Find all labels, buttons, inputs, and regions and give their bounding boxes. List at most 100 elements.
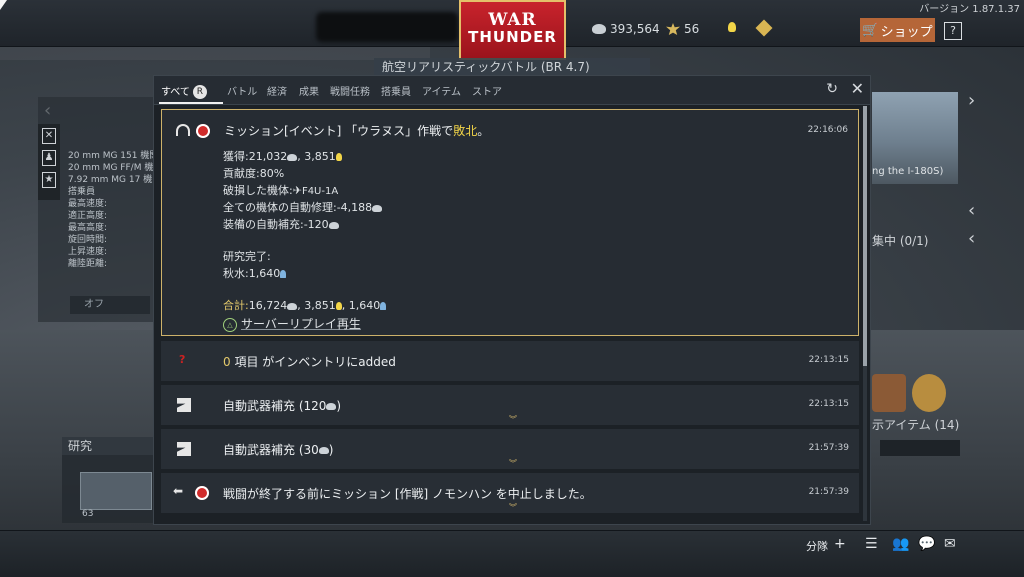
research-point-icon (380, 302, 387, 310)
title-prefix: ミッション[イベント] 「ウラヌス」作戦で (224, 124, 454, 138)
mission-abort-title: 戦闘が終了する前にミッション [作戦] ノモンハン を中止しました。 (223, 487, 592, 501)
timestamp: 22:16:06 (807, 125, 848, 135)
tab-battle-tasks[interactable]: 戦闘任務 (330, 83, 370, 98)
expand-chevron-icon[interactable]: ︾ (509, 458, 517, 469)
notification-auto-resupply[interactable]: 自動武器補充 (30) 21:57:39 ︾ (161, 429, 859, 469)
shop-button[interactable]: 🛒 ショップ (860, 18, 935, 42)
stat-line: 搭乗員 (68, 187, 96, 197)
timestamp: 22:13:15 (808, 355, 849, 365)
stat-line: 20 mm MG FF/M 機 (68, 163, 154, 173)
help-button[interactable]: ? (944, 22, 962, 40)
chat-icon[interactable]: 💬 (918, 536, 935, 552)
leave-arrow-icon: ⬅ (173, 484, 184, 498)
chevron-right-icon[interactable]: › (968, 90, 975, 111)
notification-battle-result[interactable]: ミッション[イベント] 「ウラヌス」作戦で敗北。 22:16:06 獲得:21,… (161, 109, 859, 336)
chevron-left-icon[interactable]: ‹ (968, 228, 975, 249)
silver-lion-icon (326, 403, 337, 410)
contribution-line: 貢献度:80% (223, 167, 285, 180)
silver-lion-icon (592, 24, 606, 34)
silver-lions-counter[interactable]: 393,564 (592, 22, 660, 36)
logo-line2: THUNDER (468, 28, 557, 46)
stat-line: 離陸距離: (68, 259, 108, 269)
research-item-value: 秋水:1,640 (223, 267, 281, 280)
research-rank: 63 (82, 509, 94, 519)
war-thunder-logo[interactable]: WAR THUNDER (459, 0, 566, 60)
research-points-indicator[interactable] (728, 22, 736, 32)
resupply-text: 自動武器補充 (120 (223, 399, 327, 413)
tab-items[interactable]: アイテム (422, 83, 461, 98)
list-icon[interactable]: ☰ (865, 536, 878, 552)
tab-achievements[interactable]: 成果 (299, 83, 319, 98)
stat-line: 適正高度: (68, 211, 108, 221)
silver-lion-icon (318, 447, 329, 454)
rb-button-icon: R (192, 85, 207, 99)
items-label[interactable]: 示アイテム (14) (872, 416, 982, 434)
vehicle-stats: 20 mm MG 151 機関 20 mm MG FF/M 機 7.92 mm … (68, 150, 161, 270)
aircraft-icon: ✈ (292, 184, 302, 197)
notification-mission-abort[interactable]: ⬅ 戦闘が終了する前にミッション [作戦] ノモンハン を中止しました。 21:… (161, 473, 859, 513)
parachute-icon (176, 124, 190, 136)
notifications-modal: すべて R バトル 経済 成果 戦闘任務 搭乗員 アイテム ストア ↻ ✕ ミッシ… (153, 75, 871, 525)
crossed-tools-icon[interactable]: ✕ (42, 128, 56, 144)
right-icon-strip (880, 440, 960, 456)
item-medal[interactable] (912, 374, 946, 412)
resupply-title: 自動武器補充 (120) (223, 397, 341, 414)
inventory-text: 項目 がインベントリにadded (234, 355, 396, 369)
total-research-value: , 1,640 (341, 299, 381, 312)
version-label: バージョン 1.87.1.37 (919, 4, 1020, 15)
japan-flag-icon (196, 124, 210, 138)
mouse-cursor-icon (0, 0, 7, 10)
research-vehicle-card[interactable] (80, 472, 152, 510)
tab-store[interactable]: ストア (472, 83, 502, 98)
star-icon[interactable]: ★ (42, 172, 56, 188)
tab-economy[interactable]: 経済 (267, 83, 287, 98)
total-line: 合計:16,724 , 3,851 , 1,640 (223, 297, 387, 313)
tab-all[interactable]: すべて R (161, 83, 207, 99)
mail-icon[interactable]: ✉ (944, 536, 956, 552)
squad-slot-line[interactable]: 集中 (0/1) (872, 232, 982, 250)
friends-icon[interactable]: 👥 (892, 536, 909, 552)
expand-chevron-icon[interactable]: ︾ (509, 502, 517, 513)
player-name-redacted[interactable] (316, 12, 458, 42)
triangle-button-icon: △ (223, 317, 237, 332)
stat-line: 最高速度: (68, 199, 108, 209)
event-thumbnail-caption: ng the I-180S) (872, 166, 944, 177)
notification-inventory[interactable]: ? 0 項目 がインベントリにadded 22:13:15 (161, 341, 859, 381)
premium-diamond-icon (755, 19, 773, 37)
notification-auto-resupply[interactable]: 自動武器補充 (120) 22:13:15 ︾ (161, 385, 859, 425)
stat-line: 7.92 mm MG 17 機関 (68, 175, 162, 185)
refresh-icon[interactable]: ↻ (826, 81, 838, 97)
golden-eagles-counter[interactable]: 56 (666, 22, 699, 36)
earned-rp-value: , 3,851 (297, 150, 336, 163)
premium-indicator[interactable] (755, 19, 773, 37)
stat-line: 旋回時間: (68, 235, 108, 245)
research-title[interactable]: 研究 (62, 437, 156, 455)
close-icon[interactable]: ✕ (851, 79, 864, 98)
defeat-label: 敗北 (453, 124, 478, 138)
logo-line1: WAR (488, 10, 537, 30)
tab-battle[interactable]: バトル (227, 83, 257, 98)
server-replay-link[interactable]: △ サーバーリプレイ再生 (223, 315, 361, 332)
off-toggle[interactable]: オフ (70, 296, 150, 314)
tab-crew[interactable]: 搭乗員 (381, 83, 411, 98)
item-thumbnail[interactable] (872, 374, 906, 412)
silver-lions-value: 393,564 (610, 22, 660, 36)
wrench-box-icon (177, 442, 191, 456)
chevron-left-icon[interactable]: ‹ (968, 200, 975, 221)
vehicle-tool-strip: ✕ ♟ ★ (38, 124, 60, 200)
featured-items[interactable] (872, 374, 956, 414)
auto-resupply-line: 装備の自動補充:-120 (223, 216, 339, 232)
japan-flag-icon (195, 486, 209, 500)
golden-eagle-icon (666, 23, 680, 35)
squad-label[interactable]: 分隊 (806, 538, 828, 554)
cart-icon: 🛒 (862, 22, 879, 38)
crew-icon[interactable]: ♟ (42, 150, 56, 166)
resupply-title: 自動武器補充 (30) (223, 441, 333, 458)
expand-chevron-icon[interactable]: ︾ (509, 414, 517, 425)
game-mode-banner[interactable]: 航空リアリスティックバトル (BR 4.7) (374, 58, 650, 76)
stat-line: 20 mm MG 151 機関 (68, 151, 159, 161)
add-icon[interactable]: + (834, 536, 846, 552)
scrollbar-thumb[interactable] (863, 106, 867, 366)
earned-value: 獲得:21,032 (223, 150, 288, 163)
research-item-line: 秋水:1,640 (223, 265, 287, 281)
